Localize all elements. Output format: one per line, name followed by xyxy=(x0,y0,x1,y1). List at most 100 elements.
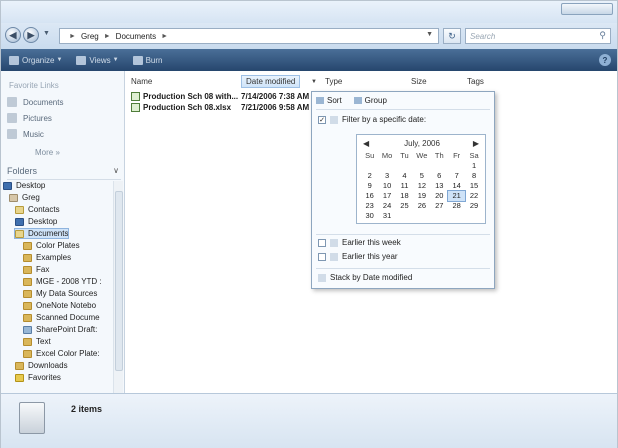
next-month-button[interactable]: ▶ xyxy=(473,139,479,148)
recent-pages-dropdown[interactable]: ▼ xyxy=(43,30,50,37)
calendar-day[interactable]: 29 xyxy=(465,201,482,211)
back-button[interactable]: ◀ xyxy=(5,27,21,43)
calendar-day[interactable]: 17 xyxy=(378,191,395,201)
burn-button[interactable]: Burn xyxy=(132,55,162,65)
scrollbar-thumb[interactable] xyxy=(115,191,123,371)
search-input[interactable]: Search ⚲ xyxy=(465,28,611,44)
checkbox[interactable]: ✓ xyxy=(318,115,326,124)
folder-tree-item[interactable]: MGE - 2008 YTD : xyxy=(23,277,102,286)
folder-tree-item[interactable]: Downloads xyxy=(15,361,68,370)
calendar-day[interactable]: 1 xyxy=(465,161,482,171)
calendar-day[interactable]: 27 xyxy=(431,201,448,211)
earlier-this-year-option[interactable]: Earlier this year xyxy=(318,252,398,261)
calendar-day[interactable]: 12 xyxy=(413,181,430,191)
group-option[interactable]: Group xyxy=(353,96,387,105)
favorite-link-music[interactable]: Music xyxy=(7,129,44,139)
calendar-day[interactable]: 3 xyxy=(378,171,395,181)
file-row[interactable]: Production Sch 08.xlsx 7/21/2006 9:58 AM xyxy=(131,102,311,112)
column-dropdown-arrow-icon[interactable]: ▼ xyxy=(311,79,317,85)
folders-header[interactable]: Folders ∨ xyxy=(7,166,121,180)
folder-tree-item[interactable]: Desktop xyxy=(15,217,57,226)
calendar-day[interactable]: 23 xyxy=(361,201,378,211)
checkbox[interactable] xyxy=(318,252,326,261)
calendar-day xyxy=(448,161,465,171)
folder-tree-item[interactable]: Color Plates xyxy=(23,241,80,250)
folder-tree-item[interactable]: Greg xyxy=(9,193,40,202)
folder-tree-item[interactable]: Favorites xyxy=(15,373,61,382)
calendar-day[interactable]: 10 xyxy=(378,181,395,191)
calendar-day[interactable]: 18 xyxy=(396,191,413,201)
folder-tree-label: Examples xyxy=(36,253,72,262)
checkbox[interactable] xyxy=(318,238,326,247)
calendar-day xyxy=(413,161,430,171)
earlier-this-week-option[interactable]: Earlier this week xyxy=(318,238,401,247)
folder-icon xyxy=(23,325,32,334)
calendar-day[interactable]: 20 xyxy=(431,191,448,201)
calendar-day[interactable]: 16 xyxy=(361,191,378,201)
window-controls[interactable] xyxy=(561,3,613,15)
calendar-day[interactable]: 28 xyxy=(448,201,465,211)
help-icon[interactable]: ? xyxy=(599,54,611,66)
sort-option[interactable]: Sort xyxy=(316,96,342,105)
file-row[interactable]: Production Sch 08 with... 7/14/2006 7:38… xyxy=(131,91,311,101)
stack-by-date-option[interactable]: Stack by Date modified xyxy=(318,273,412,282)
folder-tree-item[interactable]: OneNote Notebo xyxy=(23,301,96,310)
calendar-month-title: July, 2006 xyxy=(404,139,440,148)
calendar-day xyxy=(465,211,482,221)
folder-tree-item[interactable]: Contacts xyxy=(15,205,60,214)
column-header-name[interactable]: Name xyxy=(131,77,152,86)
favorite-links-heading: Favorite Links xyxy=(9,81,59,90)
group-label: Group xyxy=(364,96,387,105)
calendar-day[interactable]: 13 xyxy=(431,181,448,191)
tree-scrollbar[interactable] xyxy=(113,181,123,393)
address-bar[interactable]: ► Greg ► Documents ► ▼ xyxy=(59,28,439,44)
forward-button[interactable]: ▶ xyxy=(23,27,39,43)
views-button[interactable]: Views ▼ xyxy=(76,55,119,65)
file-date: 7/21/2006 9:58 AM xyxy=(241,102,310,112)
folder-tree-item[interactable]: Scanned Docume xyxy=(23,313,100,322)
favorite-link-documents[interactable]: Documents xyxy=(7,97,63,107)
calendar-day[interactable]: 19 xyxy=(413,191,430,201)
calendar-day[interactable]: 22 xyxy=(465,191,482,201)
folder-tree-item[interactable]: Documents xyxy=(13,228,70,239)
calendar-day[interactable]: 6 xyxy=(431,171,448,181)
calendar-day[interactable]: 26 xyxy=(413,201,430,211)
folder-tree-label: Greg xyxy=(22,193,40,202)
filter-by-date-option[interactable]: ✓ Filter by a specific date: xyxy=(318,115,426,124)
favorite-link-pictures[interactable]: Pictures xyxy=(7,113,52,123)
calendar-day[interactable]: 21 xyxy=(446,190,467,202)
calendar-day[interactable]: 7 xyxy=(448,171,465,181)
folder-tree-item[interactable]: Fax xyxy=(23,265,49,274)
column-header-type[interactable]: Type xyxy=(325,77,342,86)
breadcrumb-greg[interactable]: Greg xyxy=(81,32,99,41)
calendar-day[interactable]: 15 xyxy=(465,181,482,191)
refresh-button[interactable]: ↻ xyxy=(443,28,461,44)
column-header-date-modified[interactable]: Date modified xyxy=(241,75,301,88)
calendar-day[interactable]: 11 xyxy=(396,181,413,191)
calendar-day[interactable]: 8 xyxy=(465,171,482,181)
calendar-day[interactable]: 9 xyxy=(361,181,378,191)
calendar-day[interactable]: 24 xyxy=(378,201,395,211)
calendar-day[interactable]: 30 xyxy=(361,211,378,221)
folder-tree-item[interactable]: My Data Sources xyxy=(23,289,97,298)
more-links[interactable]: More » xyxy=(35,148,60,157)
folder-tree-label: SharePoint Draft: xyxy=(36,325,98,334)
column-header-tags[interactable]: Tags xyxy=(467,77,484,86)
calendar-day[interactable]: 2 xyxy=(361,171,378,181)
breadcrumb-documents[interactable]: Documents xyxy=(116,32,156,41)
calendar-day[interactable]: 14 xyxy=(448,181,465,191)
calendar-day[interactable]: 4 xyxy=(396,171,413,181)
search-icon[interactable]: ⚲ xyxy=(599,30,606,41)
folder-icon xyxy=(23,253,32,262)
folder-tree-item[interactable]: SharePoint Draft: xyxy=(23,325,97,334)
folder-tree-item[interactable]: Excel Color Plate: xyxy=(23,349,100,358)
folder-tree-item[interactable]: Examples xyxy=(23,253,71,262)
organize-button[interactable]: Organize ▼ xyxy=(9,55,62,65)
address-dropdown-icon[interactable]: ▼ xyxy=(426,31,433,38)
folder-tree-item[interactable]: Desktop xyxy=(3,181,45,190)
calendar-day[interactable]: 5 xyxy=(413,171,430,181)
calendar-day[interactable]: 25 xyxy=(396,201,413,211)
column-header-size[interactable]: Size xyxy=(411,77,427,86)
folder-tree-item[interactable]: Text xyxy=(23,337,51,346)
calendar-day[interactable]: 31 xyxy=(378,211,395,221)
